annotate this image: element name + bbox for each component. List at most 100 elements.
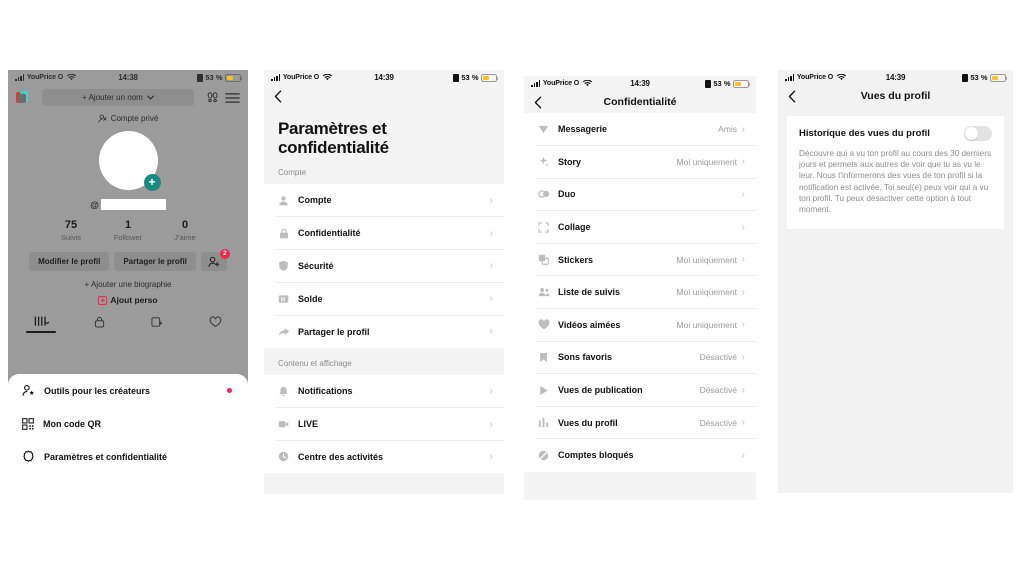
plus-square-icon: + — [98, 295, 108, 305]
settings-row-securite[interactable]: Sécurité › — [264, 250, 504, 283]
status-bar: YouPrice O 14:39 53 % — [264, 70, 504, 85]
hamburger-menu-icon[interactable] — [225, 92, 240, 104]
share-profile-button[interactable]: Partager le profil — [114, 252, 196, 271]
add-avatar-button[interactable]: + — [143, 174, 161, 191]
settings-row-compte[interactable]: Compte › — [264, 184, 504, 217]
setting-row: Historique des vues du profil — [799, 126, 992, 141]
wallet-icon — [276, 294, 291, 304]
phone-profile-views-screen: YouPrice O 14:39 53 % Vues du profil His… — [778, 70, 1013, 493]
clock-label: 14:39 — [374, 73, 394, 82]
play-icon — [536, 385, 551, 396]
tab-reposts[interactable] — [128, 316, 186, 333]
privacy-row-sons-favoris[interactable]: Sons favoris Désactivé › — [524, 341, 756, 374]
profile-views-setting-card: Historique des vues du profil Découvre q… — [787, 116, 1004, 230]
group-label-contenu: Contenu et affichage — [278, 358, 352, 368]
stitch-icon — [536, 221, 551, 233]
bell-icon — [276, 386, 291, 397]
chevron-right-icon: › — [489, 260, 493, 272]
settings-row-confidentialite[interactable]: Confidentialité › — [264, 217, 504, 250]
stat-value: 75 — [64, 219, 78, 231]
settings-row-partager-profil[interactable]: Partager le profil › — [264, 315, 504, 348]
chevron-right-icon: › — [489, 418, 493, 430]
row-value: Désactivé — [699, 417, 737, 428]
profile-header: + Ajouter un nom — [8, 85, 248, 108]
stickers-icon — [536, 254, 551, 266]
tab-private[interactable] — [70, 316, 128, 333]
add-bio-button[interactable]: + Ajouter une biographie — [8, 280, 248, 289]
add-perso-label: Ajout perso — [110, 295, 158, 305]
chevron-right-icon: › — [489, 385, 493, 397]
chevron-left-icon[interactable] — [274, 89, 282, 103]
sheet-item-label: Paramètres et confidentialité — [44, 451, 168, 462]
privacy-row-duo[interactable]: Duo › — [524, 178, 756, 211]
heart-icon — [536, 319, 551, 330]
add-friends-button[interactable]: 2 — [200, 249, 230, 271]
qr-code-icon — [22, 417, 34, 430]
edit-profile-button[interactable]: Modifier le profil — [29, 252, 110, 271]
tab-underline — [200, 331, 230, 333]
stat-followers[interactable]: 1 Follower — [100, 219, 157, 242]
profile-views-icon — [536, 417, 551, 428]
privacy-row-comptes-bloques[interactable]: Comptes bloqués › — [524, 439, 756, 472]
settings-row-live[interactable]: LIVE › — [264, 408, 504, 441]
settings-group-contenu: Notifications › LIVE › Centre des activi… — [264, 374, 504, 474]
gear-icon — [22, 450, 35, 463]
privacy-row-messagerie[interactable]: Messagerie Amis › — [524, 113, 756, 146]
privacy-row-collage[interactable]: Collage › — [524, 211, 756, 244]
privacy-row-story[interactable]: Story Moi uniquement › — [524, 146, 756, 179]
row-label: Notifications — [298, 386, 353, 397]
profile-tab-bar — [8, 316, 248, 333]
sheet-item-settings-privacy[interactable]: Paramètres et confidentialité — [8, 440, 248, 473]
battery-icon — [990, 73, 1008, 82]
row-label: Story — [558, 156, 582, 167]
profile-action-buttons: Modifier le profil Partager le profil 2 — [8, 249, 248, 271]
chevron-right-icon: › — [489, 326, 493, 338]
tab-underline — [142, 331, 172, 333]
row-label: Comptes bloqués — [558, 450, 634, 461]
row-label: Messagerie — [558, 124, 608, 135]
stat-label: J'aime — [174, 233, 196, 242]
sheet-item-qr-code[interactable]: Mon code QR — [8, 407, 248, 440]
private-account-label: Compte privé — [110, 114, 159, 123]
stat-following[interactable]: 75 Suivis — [43, 219, 100, 242]
screenshot-canvas: YouPrice O 14:38 53 % + Ajouter un nom C… — [0, 0, 1024, 576]
row-label: Sécurité — [298, 260, 334, 271]
stat-value: 1 — [124, 219, 132, 231]
stat-likes[interactable]: 0 J'aime — [157, 219, 214, 242]
add-perso-button[interactable]: + Ajout perso — [8, 295, 248, 305]
lock-private-icon — [94, 316, 105, 328]
footprints-icon[interactable] — [206, 91, 219, 104]
add-name-button[interactable]: + Ajouter un nom — [42, 89, 194, 106]
creator-tools-icon — [22, 384, 35, 397]
sheet-item-creator-tools[interactable]: Outils pour les créateurs — [8, 374, 248, 407]
tab-liked[interactable] — [186, 316, 244, 333]
row-value: Amis — [718, 124, 737, 135]
row-label: Liste de suivis — [558, 287, 621, 298]
privacy-row-vues-publication[interactable]: Vues de publication Désactivé › — [524, 374, 756, 407]
privacy-row-liste-suivis[interactable]: Liste de suivis Moi uniquement › — [524, 276, 756, 309]
duo-icon — [536, 189, 551, 199]
settings-row-solde[interactable]: Solde › — [264, 282, 504, 316]
row-label: Sons favoris — [558, 352, 613, 363]
chevron-right-icon: › — [741, 351, 745, 363]
nav-bar: Vues du profil — [778, 85, 1013, 107]
chevron-right-icon: › — [741, 254, 745, 266]
settings-row-notifications[interactable]: Notifications › — [264, 375, 504, 408]
chevron-right-icon: › — [741, 449, 745, 461]
page-title: Confidentialité — [603, 96, 677, 108]
bottom-sheet-menu: Outils pour les créateurs Mon code QR Pa… — [8, 374, 248, 482]
chevron-right-icon: › — [741, 417, 745, 429]
row-label: Duo — [558, 189, 576, 200]
sheet-item-label: Outils pour les créateurs — [44, 385, 151, 396]
tab-posts[interactable] — [12, 316, 70, 333]
add-friends-badge: 2 — [219, 249, 230, 259]
privacy-row-vues-profil[interactable]: Vues du profil Désactivé › — [524, 406, 756, 439]
avatar[interactable]: + — [98, 131, 161, 191]
row-value: Moi uniquement — [676, 287, 737, 298]
tiktok-logo-icon — [16, 90, 30, 105]
profile-handle: @ — [8, 199, 248, 210]
settings-row-centre-activites[interactable]: Centre des activités › — [264, 441, 504, 474]
privacy-row-videos-aimees[interactable]: Vidéos aimées Moi uniquement › — [524, 309, 756, 342]
privacy-row-stickers[interactable]: Stickers Moi uniquement › — [524, 243, 756, 276]
profile-views-history-toggle[interactable] — [964, 126, 992, 141]
